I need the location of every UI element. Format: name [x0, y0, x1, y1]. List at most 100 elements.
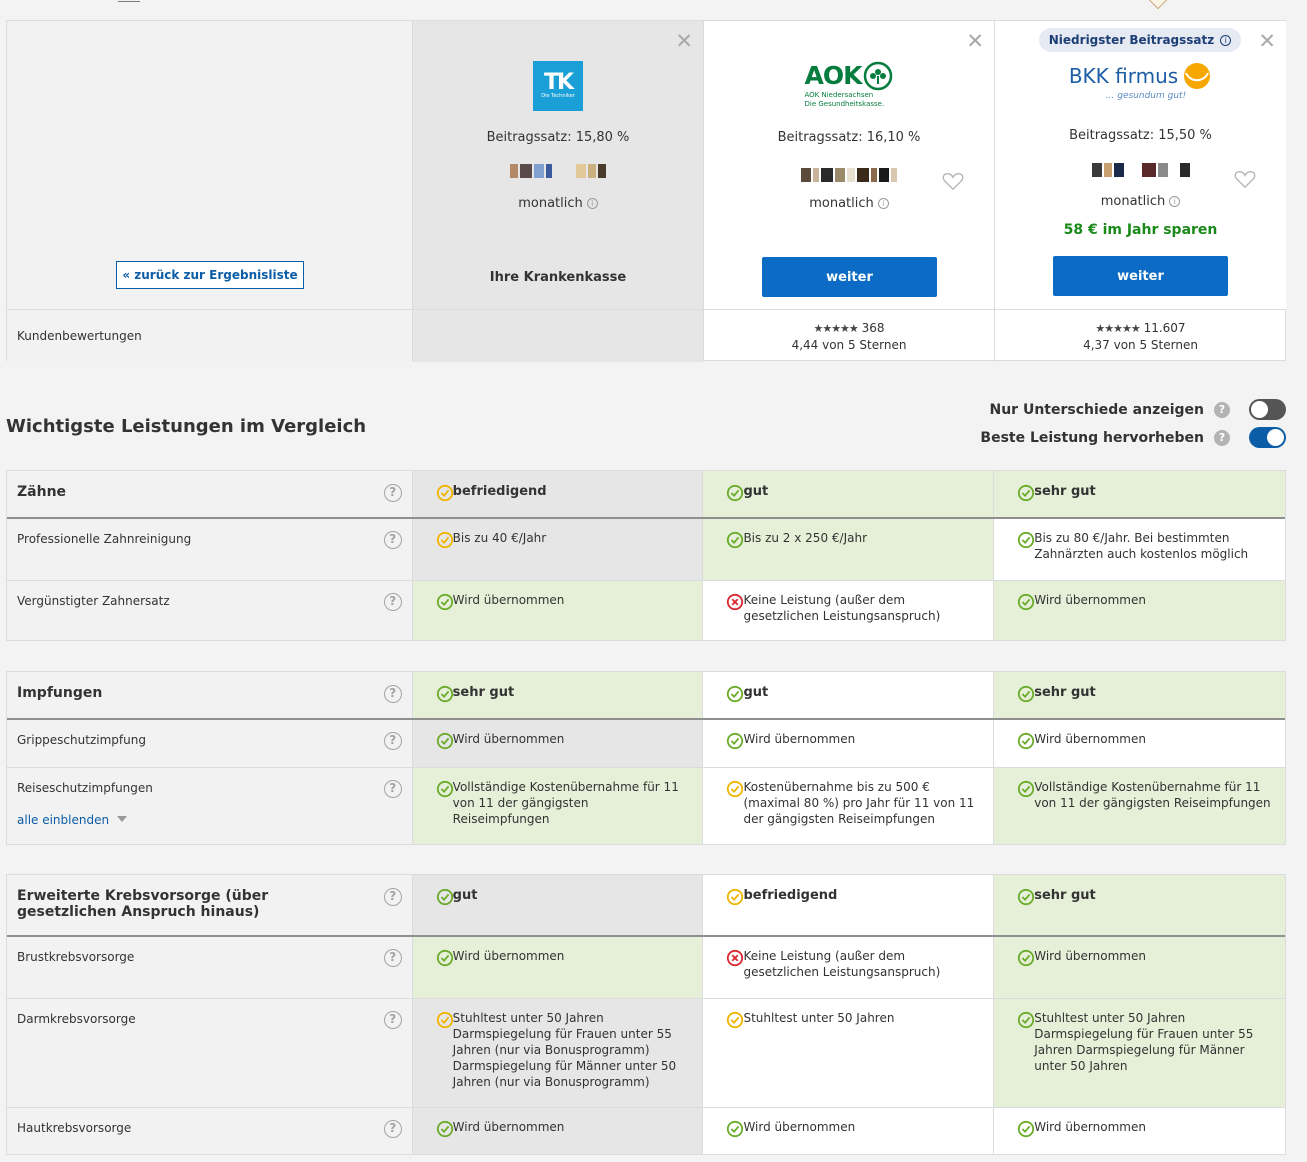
category-row: Impfungen? sehr gut gut sehr gut [7, 672, 1286, 720]
help-icon[interactable]: ? [1214, 401, 1230, 418]
row-label: Grippeschutzimpfung? [7, 720, 413, 767]
info-icon[interactable]: i [877, 198, 889, 209]
rating-cell: sehr gut [994, 875, 1286, 935]
benefit-cell: Keine Leistung (außer dem gesetzlichen L… [703, 581, 995, 640]
check-green-icon [1018, 1011, 1035, 1029]
help-icon[interactable]: ? [383, 732, 402, 750]
favorite-heart-icon[interactable] [942, 171, 964, 191]
chevron-down-icon [117, 816, 128, 822]
help-icon[interactable]: ? [383, 685, 402, 703]
benefit-cell: Bis zu 2 x 250 €/Jahr [703, 519, 995, 580]
monthly-label: monatlich i [704, 196, 994, 211]
remove-insurer-aok-icon[interactable]: ✕ [966, 31, 984, 52]
benefit-cell: Wird übernommen [412, 937, 704, 998]
header-label-column: « zurück zur Ergebnisliste [7, 21, 413, 309]
benefit-cell: Wird übernommen [703, 1108, 995, 1154]
help-icon[interactable]: ? [383, 1011, 402, 1029]
check-green-icon [727, 732, 744, 750]
info-icon[interactable]: i [1169, 196, 1181, 207]
row-label: Hautkrebsvorsorge? [7, 1108, 413, 1154]
check-green-icon [436, 1120, 453, 1138]
help-icon[interactable]: ? [383, 531, 402, 549]
check-green-icon [727, 1120, 744, 1138]
only-differences-switch[interactable] [1249, 399, 1286, 420]
row-label: Darmkrebsvorsorge? [7, 999, 413, 1107]
help-icon[interactable]: ? [383, 1120, 402, 1138]
help-icon[interactable]: ? [383, 780, 402, 798]
monthly-label: monatlich i [995, 194, 1286, 209]
check-green-icon [1018, 1120, 1035, 1138]
check-yellow-icon [727, 888, 744, 906]
help-icon[interactable]: ? [383, 593, 402, 611]
rating-cell: sehr gut [994, 471, 1286, 517]
rating-cell: befriedigend [412, 471, 704, 517]
table-row: Grippeschutzimpfung? Wird übernommen Wir… [7, 720, 1286, 767]
benefit-cell: Wird übernommen [412, 581, 704, 640]
weiter-button-bkk[interactable]: weiter [1053, 256, 1228, 296]
monthly-label: monatlich i [413, 196, 703, 211]
contribution-rate: Beitragssatz: 15,80 % [486, 130, 630, 145]
own-insurer-label: Ihre Krankenkasse [489, 270, 627, 285]
check-green-icon [436, 949, 453, 967]
help-icon[interactable]: ? [383, 949, 402, 967]
check-green-icon [436, 732, 453, 750]
contribution-rate: Beitragssatz: 16,10 % [777, 130, 921, 145]
page-edge-fragment [118, 0, 140, 2]
check-green-icon [1018, 593, 1035, 611]
toggle-highlight-best: Beste Leistung hervorheben ? [980, 427, 1286, 448]
show-all-link[interactable]: alle einblenden [17, 812, 372, 828]
benefit-cell: Bis zu 80 €/Jahr. Bei bestimmten Zahnärz… [994, 519, 1286, 580]
highlight-best-switch[interactable] [1249, 427, 1286, 448]
check-yellow-icon [436, 1011, 453, 1029]
tk-logo: TK Die Techniker [413, 61, 703, 111]
back-to-results-button[interactable]: « zurück zur Ergebnisliste [116, 261, 304, 289]
benefits-table-vaccinations: Impfungen? sehr gut gut sehr gut Grippes… [6, 671, 1286, 845]
remove-insurer-tk-icon[interactable]: ✕ [675, 31, 693, 52]
favorite-heart-icon[interactable] [1234, 169, 1256, 189]
table-row: Hautkrebsvorsorge? Wird übernommen Wird … [7, 1107, 1286, 1154]
reviews-bkk: ★★★★★ 11.607 4,37 von 5 Sternen [1083, 321, 1198, 352]
help-icon[interactable]: ? [1214, 429, 1230, 446]
bkk-sun-icon [1184, 63, 1211, 89]
check-green-icon [727, 685, 744, 703]
benefit-cell: Stuhltest unter 50 Jahren Darmspiegelung… [994, 999, 1286, 1107]
check-yellow-icon [727, 1011, 744, 1029]
row-label: Reiseschutzimpfungen? alle einblenden [7, 768, 413, 844]
insurer-column-tk: ✕ TK Die Techniker Beitragssatz: 15,80 %… [413, 21, 704, 309]
rating-cell: gut [703, 471, 995, 517]
benefit-cell: Wird übernommen [994, 937, 1286, 998]
remove-insurer-bkk-icon[interactable]: ✕ [1258, 31, 1276, 52]
cross-red-icon [727, 593, 744, 611]
check-yellow-icon [727, 780, 744, 798]
check-green-icon [436, 685, 453, 703]
table-row: Professionelle Zahnreinigung? Bis zu 40 … [7, 519, 1286, 580]
table-row: Darmkrebsvorsorge? Stuhltest unter 50 Ja… [7, 998, 1286, 1107]
table-row: Vergünstigter Zahnersatz? Wird übernomme… [7, 580, 1286, 640]
category-label: Impfungen? [7, 672, 413, 718]
check-green-icon [436, 888, 453, 906]
toggle-only-differences: Nur Unterschiede anzeigen ? [989, 399, 1286, 420]
category-label: Zähne? [7, 471, 413, 517]
row-label: Vergünstigter Zahnersatz? [7, 581, 413, 640]
info-icon[interactable]: i [1220, 34, 1232, 46]
row-label: Brustkrebsvorsorge? [7, 937, 413, 998]
rating-cell: gut [703, 672, 995, 718]
reviews-tk [413, 310, 704, 362]
rating-cell: gut [412, 875, 704, 935]
reviews-row: Kundenbewertungen ★★★★★ 368 4,44 von 5 S… [7, 309, 1286, 362]
category-row: Erweiterte Krebsvorsorge (über gesetzlic… [7, 875, 1286, 937]
weiter-button-aok[interactable]: weiter [762, 257, 937, 297]
reviews-aok: ★★★★★ 368 4,44 von 5 Sternen [704, 310, 995, 362]
help-icon[interactable]: ? [383, 484, 402, 502]
comparison-header: « zurück zur Ergebnisliste ✕ TK Die Tech… [6, 20, 1286, 362]
price-pixelated [413, 164, 703, 178]
check-green-icon [1018, 685, 1035, 703]
info-icon[interactable]: i [586, 198, 598, 209]
section-title: Wichtigste Leistungen im Vergleich [6, 416, 367, 437]
benefit-cell: Wird übernommen [412, 1108, 704, 1154]
benefit-cell: Wird übernommen [994, 720, 1286, 767]
help-icon[interactable]: ? [383, 888, 402, 906]
benefit-cell: Wird übernommen [703, 720, 995, 767]
benefit-cell: Bis zu 40 €/Jahr [412, 519, 704, 580]
rating-cell: sehr gut [994, 672, 1286, 718]
